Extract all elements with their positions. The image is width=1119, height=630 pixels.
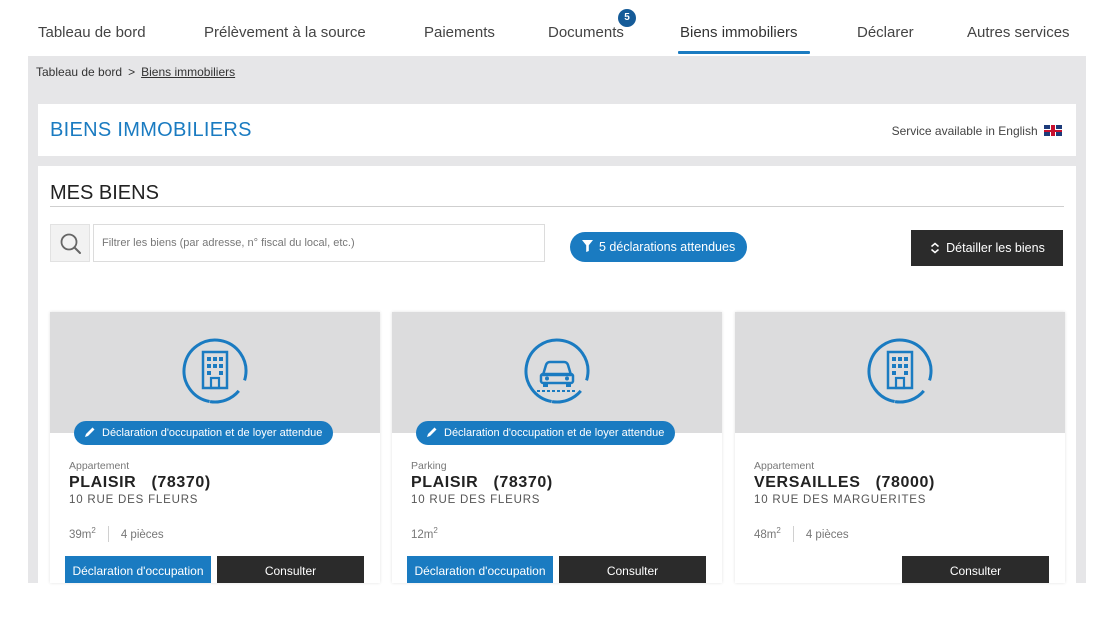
property-card[interactable]: Déclaration d'occupation et de loyer att… [392,312,722,583]
property-type: Appartement [754,460,815,472]
declare-occupation-button[interactable]: Déclaration d'occupation [65,556,211,583]
property-type: Parking [411,460,447,472]
property-area: 12m2 [411,526,438,541]
property-specs: 12m2 [411,526,438,541]
breadcrumb-separator: > [128,65,136,79]
section-title: MES BIENS [50,182,159,204]
property-address: 10 RUE DES MARGUERITES [754,494,927,506]
nav-item-payments[interactable]: Paiements [424,24,495,41]
specs-divider [792,526,794,542]
property-specs: 39m2 4 pièces [69,526,164,542]
building-icon [182,338,248,404]
consult-button[interactable]: Consulter [217,556,364,583]
property-type: Appartement [69,460,130,472]
title-panel: BIENS IMMOBILIERS Service available in E… [38,104,1076,156]
car-icon [524,338,590,404]
status-badge: Déclaration d'occupation et de loyer att… [416,421,676,445]
page-body: Tableau de bord > Biens immobiliers BIENS … [28,56,1086,583]
filter-icon [582,240,593,252]
building-icon [867,338,933,404]
my-properties-panel: MES BIENS 5 déclarations attendues Détai… [38,166,1076,583]
page-title: BIENS IMMOBILIERS [50,119,252,141]
property-city: PLAISIR (78370) [411,474,553,491]
property-area: 48m2 [754,526,781,541]
main-navigation: Tableau de bord Prélèvement à la source … [0,0,1119,56]
property-card-media [50,312,380,433]
nav-item-declare[interactable]: Déclarer [857,24,914,41]
property-address: 10 RUE DES FLEURS [69,494,199,506]
property-rooms: 4 pièces [120,529,164,541]
search-button[interactable] [50,224,90,262]
declare-occupation-button[interactable]: Déclaration d'occupation [407,556,553,583]
pencil-icon [85,427,95,437]
breadcrumb-root[interactable]: Tableau de bord [36,65,122,79]
english-service-link[interactable]: Service available in English [892,124,1062,138]
nav-item-withholding-tax[interactable]: Prélèvement à la source [204,24,366,41]
status-label: Déclaration d'occupation et de loyer att… [444,427,665,439]
status-label: Déclaration d'occupation et de loyer att… [102,427,323,439]
pencil-icon [427,427,437,437]
expand-icon [931,242,940,254]
property-card-media [392,312,722,433]
breadcrumb: Tableau de bord > Biens immobiliers [36,65,235,79]
property-card[interactable]: Déclaration d'occupation et de loyer att… [50,312,380,583]
nav-item-real-estate[interactable]: Biens immobiliers [680,24,798,41]
property-rooms: 4 pièces [805,529,849,541]
property-card-media [735,312,1065,433]
search-icon [60,233,81,254]
english-service-label: Service available in English [891,124,1038,138]
nav-item-dashboard[interactable]: Tableau de bord [38,24,146,41]
active-tab-indicator [678,51,810,54]
property-specs: 48m2 4 pièces [754,526,849,542]
property-area: 39m2 [69,526,96,541]
nav-item-documents[interactable]: Documents [548,24,624,41]
property-city: VERSAILLES (78000) [754,474,935,491]
documents-count-badge: 5 [618,9,636,27]
detail-properties-label: Détailler les biens [946,241,1045,255]
property-address: 10 RUE DES FLEURS [411,494,541,506]
expected-declarations-filter[interactable]: 5 déclarations attendues [570,232,748,262]
property-card[interactable]: Appartement VERSAILLES (78000) 10 RUE DE… [735,312,1065,583]
section-divider [50,206,1064,207]
nav-item-other-services[interactable]: Autres services [967,24,1070,41]
breadcrumb-current[interactable]: Biens immobiliers [141,65,235,79]
property-city: PLAISIR (78370) [69,474,211,491]
consult-button[interactable]: Consulter [559,556,706,583]
search-input[interactable] [93,224,545,262]
status-badge: Déclaration d'occupation et de loyer att… [74,421,334,445]
specs-divider [107,526,109,542]
uk-flag-icon [1044,125,1062,136]
detail-properties-button[interactable]: Détailler les biens [911,230,1063,266]
consult-button[interactable]: Consulter [902,556,1049,583]
filter-label: 5 déclarations attendues [599,240,736,254]
